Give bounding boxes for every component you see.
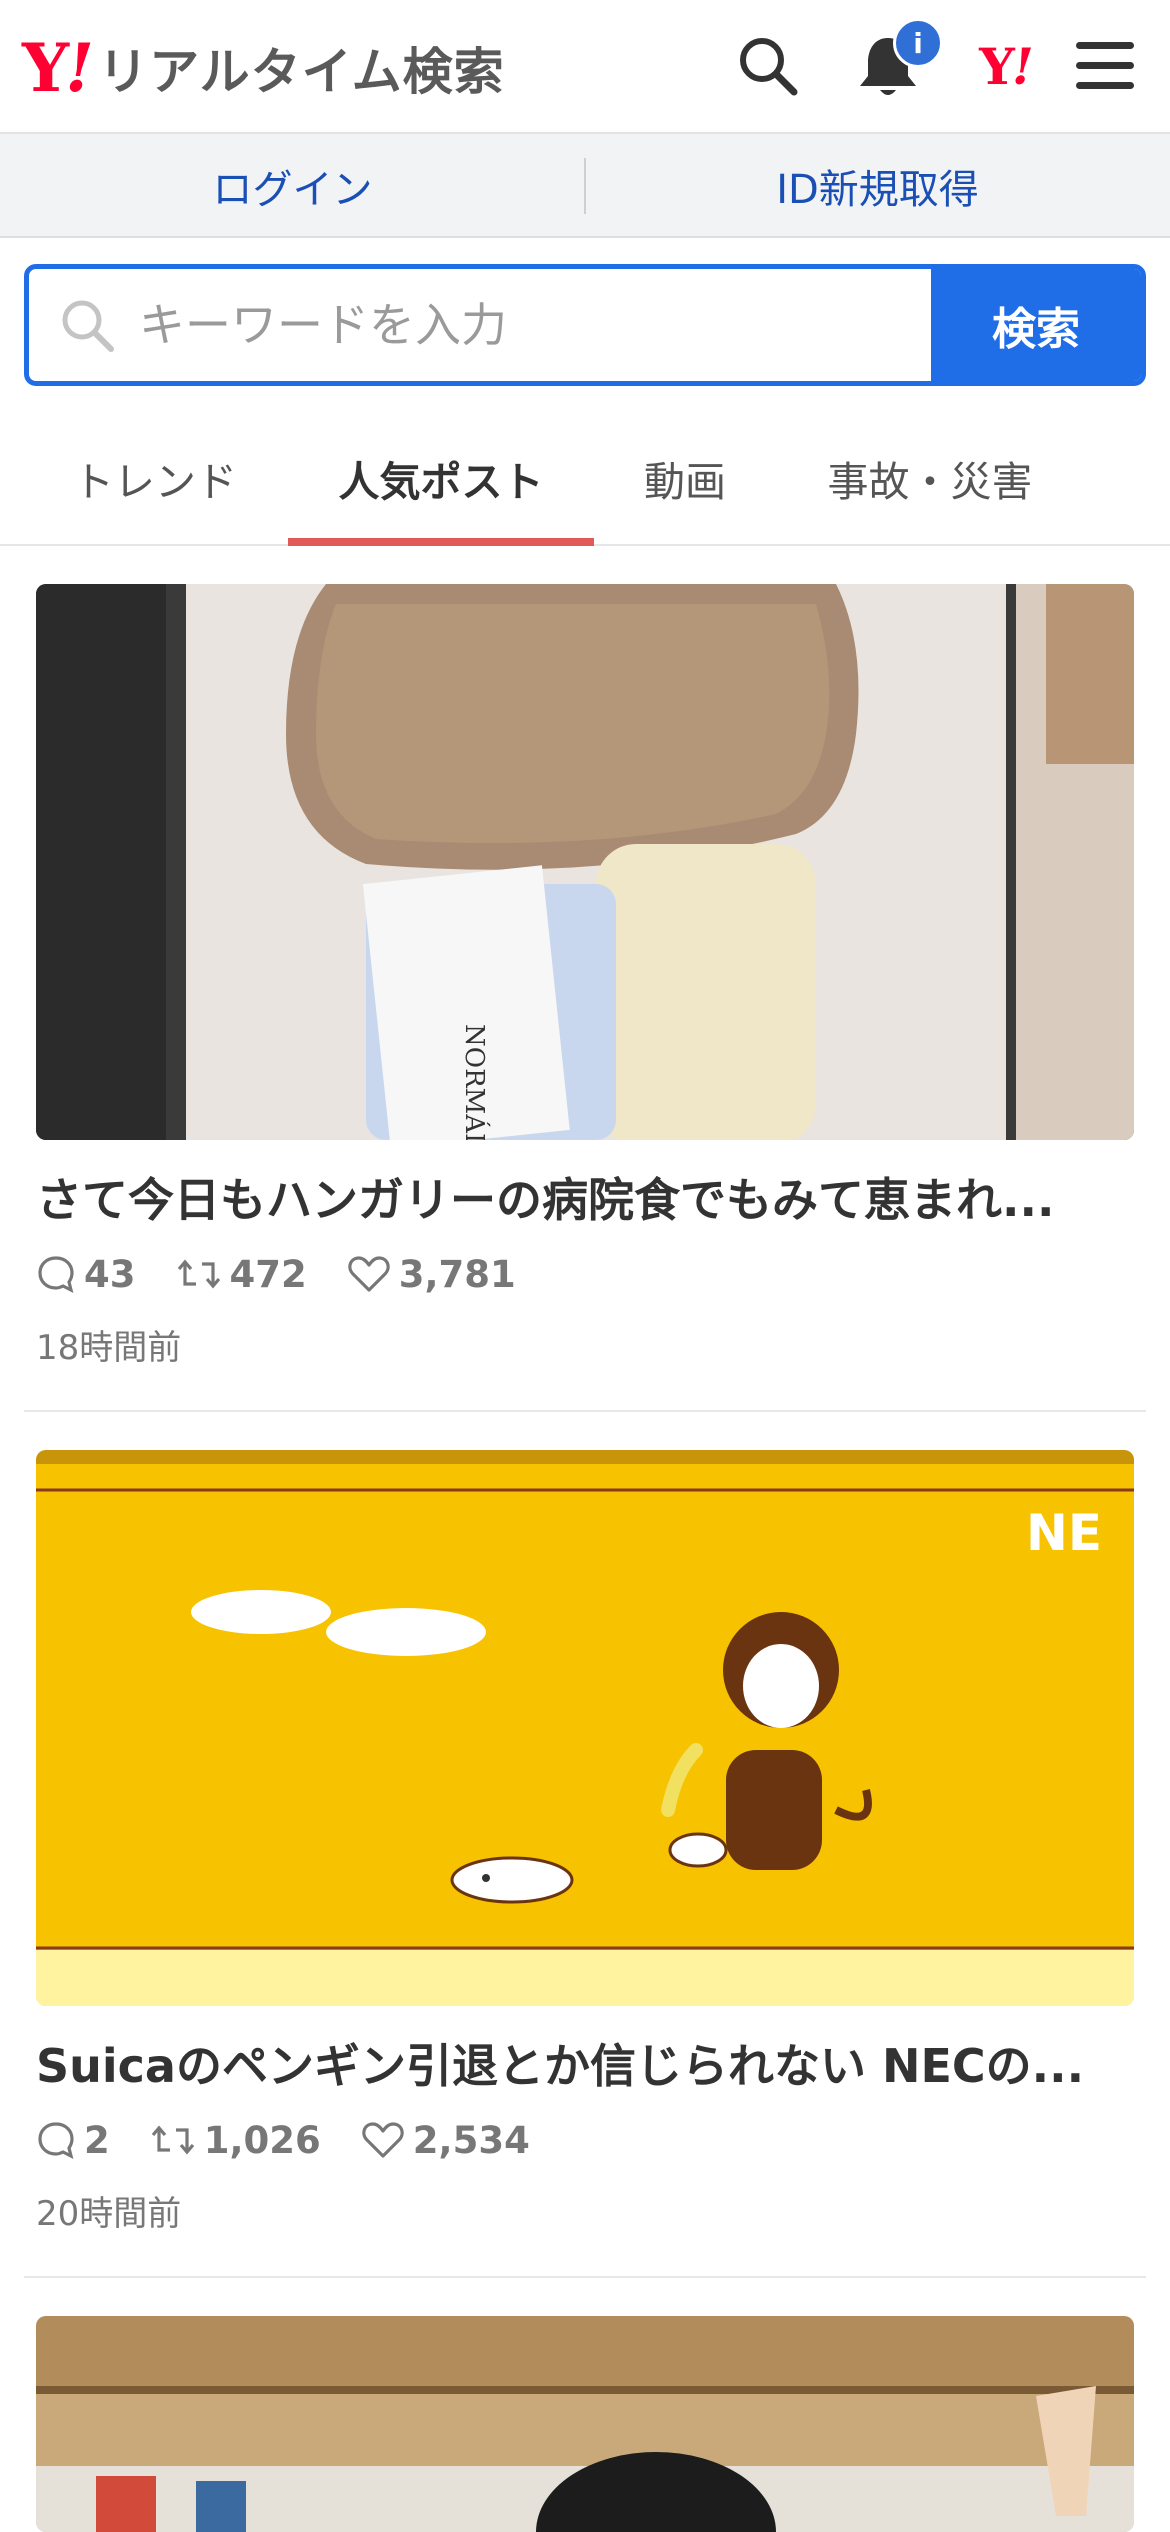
post-image[interactable]	[36, 2316, 1134, 2532]
post-divider	[24, 2276, 1146, 2278]
tab-popular-posts[interactable]: 人気ポスト	[288, 410, 594, 546]
app-title: リアルタイム検索	[98, 43, 505, 101]
login-link[interactable]: ログイン	[0, 134, 585, 238]
post-title[interactable]: さて今日もハンガリーの病院食でもみて恵まれ...	[36, 1164, 1134, 1230]
search-button[interactable]	[728, 26, 808, 106]
heart-icon	[348, 1256, 390, 1292]
heart-icon	[362, 2122, 404, 2158]
search-form: 検索	[24, 264, 1146, 386]
repost-icon	[177, 1259, 220, 1289]
person-photo	[36, 2316, 1134, 2532]
package-label: NORMÁL	[459, 1024, 491, 1140]
monkey-commercial-image: NE	[36, 1450, 1134, 2006]
post-timestamp: 18時間前	[36, 1328, 182, 1368]
like-count[interactable]: 3,781	[347, 1253, 516, 1296]
repost-count-value: 1,026	[203, 2118, 321, 2162]
post-title[interactable]: Suicaのペンギン引退とか信じられない NECの...	[36, 2030, 1134, 2096]
category-tabs: トレンド 人気ポスト 動画 事故・災害	[0, 410, 1170, 546]
post-timestamp: 20時間前	[36, 2194, 182, 2234]
reply-icon	[38, 1256, 74, 1293]
tab-trend[interactable]: トレンド	[40, 410, 270, 546]
repost-icon	[151, 2125, 194, 2155]
login-bar: ログイン ID新規取得	[0, 134, 1170, 238]
reply-count[interactable]: 43	[36, 1253, 136, 1296]
repost-count[interactable]: 1,026	[150, 2119, 321, 2162]
reply-count-value: 2	[84, 2118, 110, 2162]
post-divider	[24, 1410, 1146, 1412]
yahoo-logo-mark: Y!	[22, 29, 94, 107]
tab-video[interactable]: 動画	[600, 410, 770, 546]
post-stats: 43 472 3,781	[36, 1244, 556, 1304]
like-count-value: 3,781	[398, 1252, 516, 1296]
repost-count[interactable]: 472	[176, 1253, 307, 1296]
post-image[interactable]: NE	[36, 1450, 1134, 2006]
active-tab-indicator	[288, 538, 594, 546]
app-header: Y! リアルタイム検索 i Y!	[0, 0, 1170, 134]
search-input[interactable]	[139, 269, 939, 381]
search-icon	[740, 38, 798, 96]
hamburger-menu-icon	[1076, 42, 1134, 89]
brand-label: NE	[1026, 1504, 1102, 1562]
yahoo-japan-icon: Y!	[979, 36, 1034, 96]
notification-button[interactable]: i	[848, 18, 943, 106]
menu-button[interactable]	[1065, 26, 1145, 106]
post-image[interactable]: NORMÁL	[36, 584, 1134, 1140]
hospital-meal-photo: NORMÁL	[36, 584, 1134, 1140]
search-submit-button[interactable]: 検索	[931, 269, 1141, 381]
signup-link[interactable]: ID新規取得	[585, 134, 1170, 238]
repost-count-value: 472	[229, 1252, 307, 1296]
like-count-value: 2,534	[412, 2118, 530, 2162]
reply-count[interactable]: 2	[36, 2119, 110, 2162]
reply-count-value: 43	[84, 1252, 136, 1296]
post-stats: 2 1,026 2,534	[36, 2110, 570, 2170]
search-icon	[62, 300, 114, 352]
yahoo-japan-link[interactable]: Y!	[965, 26, 1045, 106]
logo[interactable]: Y! リアルタイム検索	[22, 28, 505, 108]
notification-badge: i	[893, 18, 943, 68]
reply-icon	[38, 2122, 74, 2159]
like-count[interactable]: 2,534	[361, 2119, 530, 2162]
tab-accident-disaster[interactable]: 事故・災害	[790, 410, 1070, 546]
